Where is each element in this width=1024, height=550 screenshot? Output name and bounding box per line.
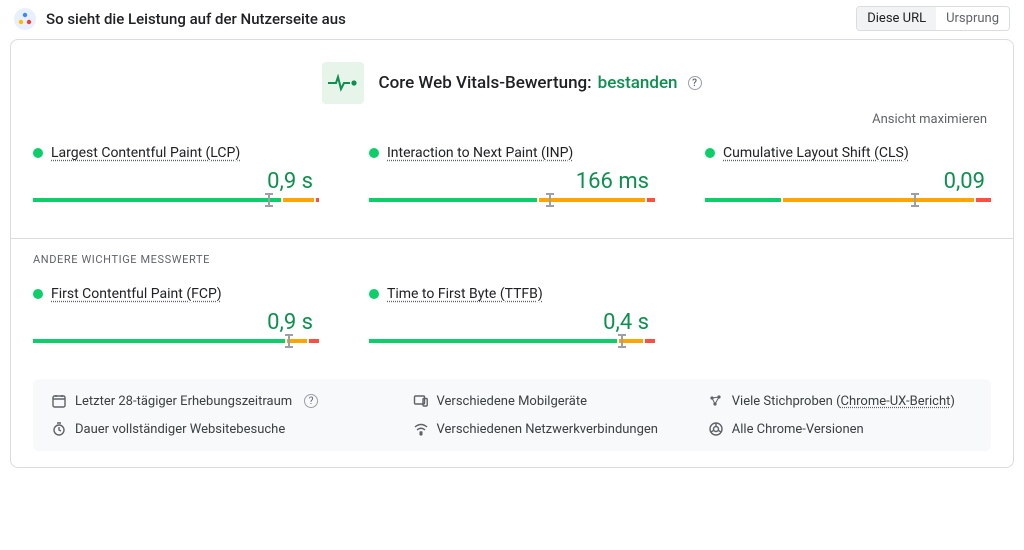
percentile-marker	[288, 336, 290, 346]
metric-name-link[interactable]: Cumulative Layout Shift (CLS)	[723, 145, 909, 161]
footer-network: Verschiedenen Netzwerkverbindungen	[413, 421, 678, 437]
metric-name-link[interactable]: Interaction to Next Paint (INP)	[387, 145, 573, 161]
assessment-status: bestanden	[598, 73, 678, 93]
metric-name-link[interactable]: Largest Contentful Paint (LCP)	[51, 145, 240, 161]
metric-value: 0,09	[705, 169, 991, 194]
secondary-section-label: ANDERE WICHTIGE MESSWERTE	[33, 253, 991, 266]
distribution-bar	[33, 198, 319, 212]
footer-samples: Viele Stichproben (Chrome-UX-Bericht)	[708, 393, 973, 409]
crux-report-link[interactable]: Chrome-UX-Bericht	[841, 394, 951, 409]
status-dot	[33, 289, 43, 299]
help-icon[interactable]: ?	[304, 394, 318, 408]
metric-card: First Contentful Paint (FCP) 0,9 s	[33, 286, 319, 353]
secondary-metrics-grid: First Contentful Paint (FCP) 0,9 s Time to…	[33, 280, 991, 357]
metric-card: Cumulative Layout Shift (CLS) 0,09	[705, 145, 991, 212]
distribution-bar	[33, 339, 319, 353]
metric-card: Largest Contentful Paint (LCP) 0,9 s	[33, 145, 319, 212]
page-header: So sieht die Leistung auf der Nutzerseit…	[10, 6, 1014, 39]
toggle-url[interactable]: Diese URL	[857, 7, 936, 30]
field-data-icon	[14, 8, 36, 30]
scope-toggle[interactable]: Diese URL Ursprung	[856, 6, 1010, 31]
expand-view-link[interactable]: Ansicht maximieren	[872, 112, 987, 127]
metric-value: 0,4 s	[369, 310, 655, 335]
percentile-marker	[549, 195, 551, 205]
footer-collection-period: Letzter 28-tägiger Erhebungszeitraum ?	[51, 393, 383, 409]
percentile-marker	[621, 336, 623, 346]
metric-card: Time to First Byte (TTFB) 0,4 s	[369, 286, 655, 353]
assessment-label: Core Web Vitals-Bewertung:	[378, 73, 591, 93]
metric-name-link[interactable]: Time to First Byte (TTFB)	[387, 286, 543, 302]
data-source-footer: Letzter 28-tägiger Erhebungszeitraum ? V…	[33, 379, 991, 451]
metric-value: 0,9 s	[33, 169, 319, 194]
footer-devices: Verschiedene Mobilgeräte	[413, 393, 678, 409]
distribution-bar	[369, 339, 655, 353]
footer-visit-duration: Dauer vollständiger Websitebesuche	[51, 421, 383, 437]
percentile-marker	[268, 195, 270, 205]
metric-value: 0,9 s	[33, 310, 319, 335]
status-dot	[369, 148, 379, 158]
status-dot	[369, 289, 379, 299]
page-title: So sieht die Leistung auf der Nutzerseit…	[46, 10, 346, 28]
help-icon[interactable]: ?	[688, 76, 702, 90]
metric-value: 166 ms	[369, 169, 655, 194]
pulse-icon	[322, 62, 364, 104]
metric-name-link[interactable]: First Contentful Paint (FCP)	[51, 286, 222, 302]
distribution-bar	[369, 198, 655, 212]
percentile-marker	[914, 195, 916, 205]
toggle-origin[interactable]: Ursprung	[936, 7, 1009, 30]
status-dot	[705, 148, 715, 158]
metric-card: Interaction to Next Paint (INP) 166 ms	[369, 145, 655, 212]
distribution-bar	[705, 198, 991, 212]
assessment: Core Web Vitals-Bewertung: bestanden ?	[33, 58, 991, 112]
core-metrics-grid: Largest Contentful Paint (LCP) 0,9 s Inter…	[33, 139, 991, 216]
footer-chrome-versions: Alle Chrome-Versionen	[708, 421, 973, 437]
field-data-card: Core Web Vitals-Bewertung: bestanden ? A…	[10, 39, 1014, 468]
status-dot	[33, 148, 43, 158]
